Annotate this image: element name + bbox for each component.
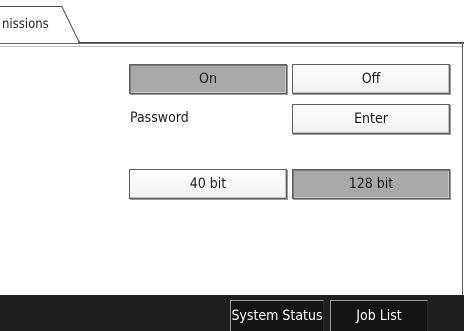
screen: nissions On Off Password Enter 40 bit 12… (0, 0, 464, 331)
tab-label: nissions (2, 17, 49, 32)
password-enter-button[interactable]: Enter (292, 104, 450, 134)
tab-permissions[interactable]: nissions (0, 6, 80, 42)
on-button[interactable]: On (129, 64, 287, 94)
bottom-bar: System Status Job List (0, 295, 464, 331)
password-label: Password (130, 110, 189, 126)
40-bit-button[interactable]: 40 bit (129, 169, 287, 199)
panel-right-border (462, 43, 463, 295)
panel-top-border (0, 43, 464, 47)
system-status-button[interactable]: System Status (230, 300, 324, 331)
job-list-button[interactable]: Job List (330, 300, 428, 331)
128-bit-button[interactable]: 128 bit (292, 169, 450, 199)
off-button[interactable]: Off (292, 64, 450, 94)
